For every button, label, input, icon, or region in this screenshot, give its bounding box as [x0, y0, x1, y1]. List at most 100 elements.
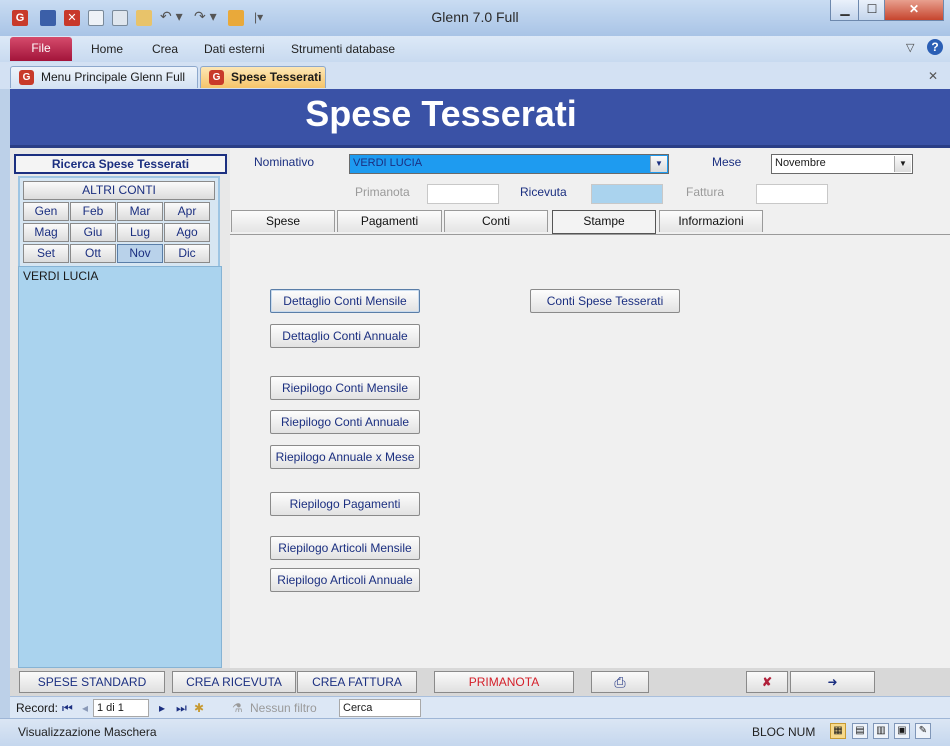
crea-ricevuta-button[interactable]: CREA RICEVUTA	[172, 671, 296, 693]
riepilogo-conti-mensile-button[interactable]: Riepilogo Conti Mensile	[270, 376, 420, 400]
tab-pagamenti[interactable]: Pagamenti	[337, 210, 442, 232]
search-input[interactable]: Cerca	[339, 699, 421, 717]
mese-label: Mese	[712, 155, 742, 169]
tab-crea[interactable]: Crea	[152, 42, 178, 56]
nominativo-value: VERDI LUCIA	[353, 157, 423, 169]
month-button-gen[interactable]: Gen	[23, 202, 69, 221]
nominativo-combo[interactable]: VERDI LUCIA ▼	[349, 154, 669, 174]
dropdown-arrow-icon[interactable]: ▼	[894, 156, 911, 172]
mese-value: Novembre	[775, 157, 826, 169]
ribbon: File Home Crea Dati esterni Strumenti da…	[0, 36, 950, 63]
doc-tab-menu-principale[interactable]: G Menu Principale Glenn Full	[10, 66, 198, 88]
print-button[interactable]: ⎙	[591, 671, 649, 693]
month-button-lug[interactable]: Lug	[117, 223, 163, 242]
search-panel-title: Ricerca Spese Tesserati	[14, 154, 227, 174]
search-panel: Ricerca Spese Tesserati ALTRI CONTI Gen …	[10, 148, 230, 668]
month-button-apr[interactable]: Apr	[164, 202, 210, 221]
exit-button[interactable]: ➜	[790, 671, 875, 693]
primanota-field[interactable]	[427, 184, 499, 204]
detail-area: Nominativo VERDI LUCIA ▼ Mese Novembre ▼…	[230, 148, 950, 668]
ribbon-collapse-icon[interactable]: ▽	[906, 41, 914, 54]
riepilogo-conti-annuale-button[interactable]: Riepilogo Conti Annuale	[270, 410, 420, 434]
dropdown-arrow-icon[interactable]: ▼	[650, 156, 667, 172]
delete-button[interactable]: ✘	[746, 671, 788, 693]
nominativo-label: Nominativo	[254, 155, 315, 169]
tab-stampe[interactable]: Stampe	[552, 210, 656, 234]
riepilogo-annuale-mese-button[interactable]: Riepilogo Annuale x Mese	[270, 445, 420, 469]
tab-dati-esterni[interactable]: Dati esterni	[204, 42, 265, 56]
crea-fattura-button[interactable]: CREA FATTURA	[297, 671, 417, 693]
doc-tab-spese-tesserati[interactable]: G Spese Tesserati	[200, 66, 326, 88]
doc-tab-label: Spese Tesserati	[231, 70, 322, 84]
close-doc-icon[interactable]: ✕	[928, 69, 938, 83]
print-layout-icon[interactable]: ▣	[894, 723, 910, 739]
month-button-nov[interactable]: Nov	[117, 244, 163, 263]
bottom-toolbar: SPESE STANDARD CREA RICEVUTA CREA FATTUR…	[10, 668, 950, 696]
view-mode-status: Visualizzazione Maschera	[18, 725, 157, 739]
spese-standard-button[interactable]: SPESE STANDARD	[19, 671, 165, 693]
close-button[interactable]: ✕	[884, 0, 944, 21]
month-button-ago[interactable]: Ago	[164, 223, 210, 242]
month-button-giu[interactable]: Giu	[70, 223, 116, 242]
dettaglio-conti-annuale-button[interactable]: Dettaglio Conti Annuale	[270, 324, 420, 348]
month-selector: ALTRI CONTI Gen Feb Mar Apr Mag Giu Lug …	[18, 176, 220, 268]
filter-status[interactable]: Nessun filtro	[250, 701, 317, 715]
names-list[interactable]: VERDI LUCIA	[18, 266, 222, 668]
previous-record-icon[interactable]: ◂	[82, 701, 88, 715]
file-tab[interactable]: File	[10, 37, 72, 61]
month-button-set[interactable]: Set	[23, 244, 69, 263]
record-position[interactable]: 1 di 1	[93, 699, 149, 717]
month-button-mag[interactable]: Mag	[23, 223, 69, 242]
window-edge	[0, 89, 10, 718]
design-view-icon[interactable]: ✎	[915, 723, 931, 739]
tab-strumenti-database[interactable]: Strumenti database	[291, 42, 395, 56]
layout-view-icon[interactable]: ▥	[873, 723, 889, 739]
riepilogo-articoli-mensile-button[interactable]: Riepilogo Articoli Mensile	[270, 536, 420, 560]
conti-spese-tesserati-button[interactable]: Conti Spese Tesserati	[530, 289, 680, 313]
help-icon[interactable]: ?	[927, 39, 943, 55]
first-record-icon[interactable]: ⏮	[62, 701, 73, 716]
month-button-mar[interactable]: Mar	[117, 202, 163, 221]
tab-divider	[230, 234, 950, 235]
list-item[interactable]: VERDI LUCIA	[23, 269, 98, 283]
tab-informazioni[interactable]: Informazioni	[659, 210, 763, 232]
riepilogo-articoli-annuale-button[interactable]: Riepilogo Articoli Annuale	[270, 568, 420, 592]
maximize-button[interactable]: ☐	[858, 0, 886, 21]
next-record-icon[interactable]: ▸	[159, 701, 165, 715]
new-record-icon[interactable]: ✱	[194, 701, 204, 715]
status-bar: Visualizzazione Maschera BLOC NUM ▦ ▤ ▥ …	[0, 718, 950, 746]
fattura-label: Fattura	[686, 185, 725, 199]
form-view-icon[interactable]: ▦	[830, 723, 846, 739]
month-button-feb[interactable]: Feb	[70, 202, 116, 221]
glenn-icon: G	[19, 70, 34, 85]
num-lock-status: BLOC NUM	[752, 725, 816, 739]
riepilogo-pagamenti-button[interactable]: Riepilogo Pagamenti	[270, 492, 420, 516]
delete-record-icon: ✘	[761, 675, 773, 689]
fattura-field[interactable]	[756, 184, 828, 204]
minimize-button[interactable]: ▁	[830, 0, 860, 21]
record-navigator: Record: ⏮ ◂ 1 di 1 ▸ ⏭ ✱ ⚗ Nessun filtro…	[10, 696, 950, 719]
form-header: Spese Tesserati	[10, 89, 950, 148]
datasheet-view-icon[interactable]: ▤	[852, 723, 868, 739]
window-title: Glenn 7.0 Full	[431, 9, 519, 25]
page-title: Spese Tesserati	[305, 93, 577, 134]
exit-door-icon: ➜	[827, 675, 838, 689]
primanota-label: Primanota	[355, 185, 410, 199]
month-button-dic[interactable]: Dic	[164, 244, 210, 263]
ricevuta-label: Ricevuta	[520, 185, 567, 199]
tab-spese[interactable]: Spese	[231, 210, 335, 232]
altri-conti-button[interactable]: ALTRI CONTI	[23, 181, 215, 200]
last-record-icon[interactable]: ⏭	[176, 701, 187, 716]
glenn-icon: G	[209, 70, 224, 85]
month-button-ott[interactable]: Ott	[70, 244, 116, 263]
dettaglio-conti-mensile-button[interactable]: Dettaglio Conti Mensile	[270, 289, 420, 313]
ricevuta-field[interactable]	[591, 184, 663, 204]
title-bar: G ✕ ↶ ▾ ↷ ▾ |▾ Glenn 7.0 Full ▁ ☐ ✕	[0, 0, 950, 36]
tab-home[interactable]: Home	[91, 42, 123, 56]
tab-conti[interactable]: Conti	[444, 210, 548, 232]
primanota-button[interactable]: PRIMANOTA	[434, 671, 574, 693]
record-label: Record:	[16, 701, 59, 715]
printer-icon: ⎙	[614, 674, 626, 690]
filter-icon[interactable]: ⚗	[232, 701, 243, 715]
mese-combo[interactable]: Novembre ▼	[771, 154, 913, 174]
